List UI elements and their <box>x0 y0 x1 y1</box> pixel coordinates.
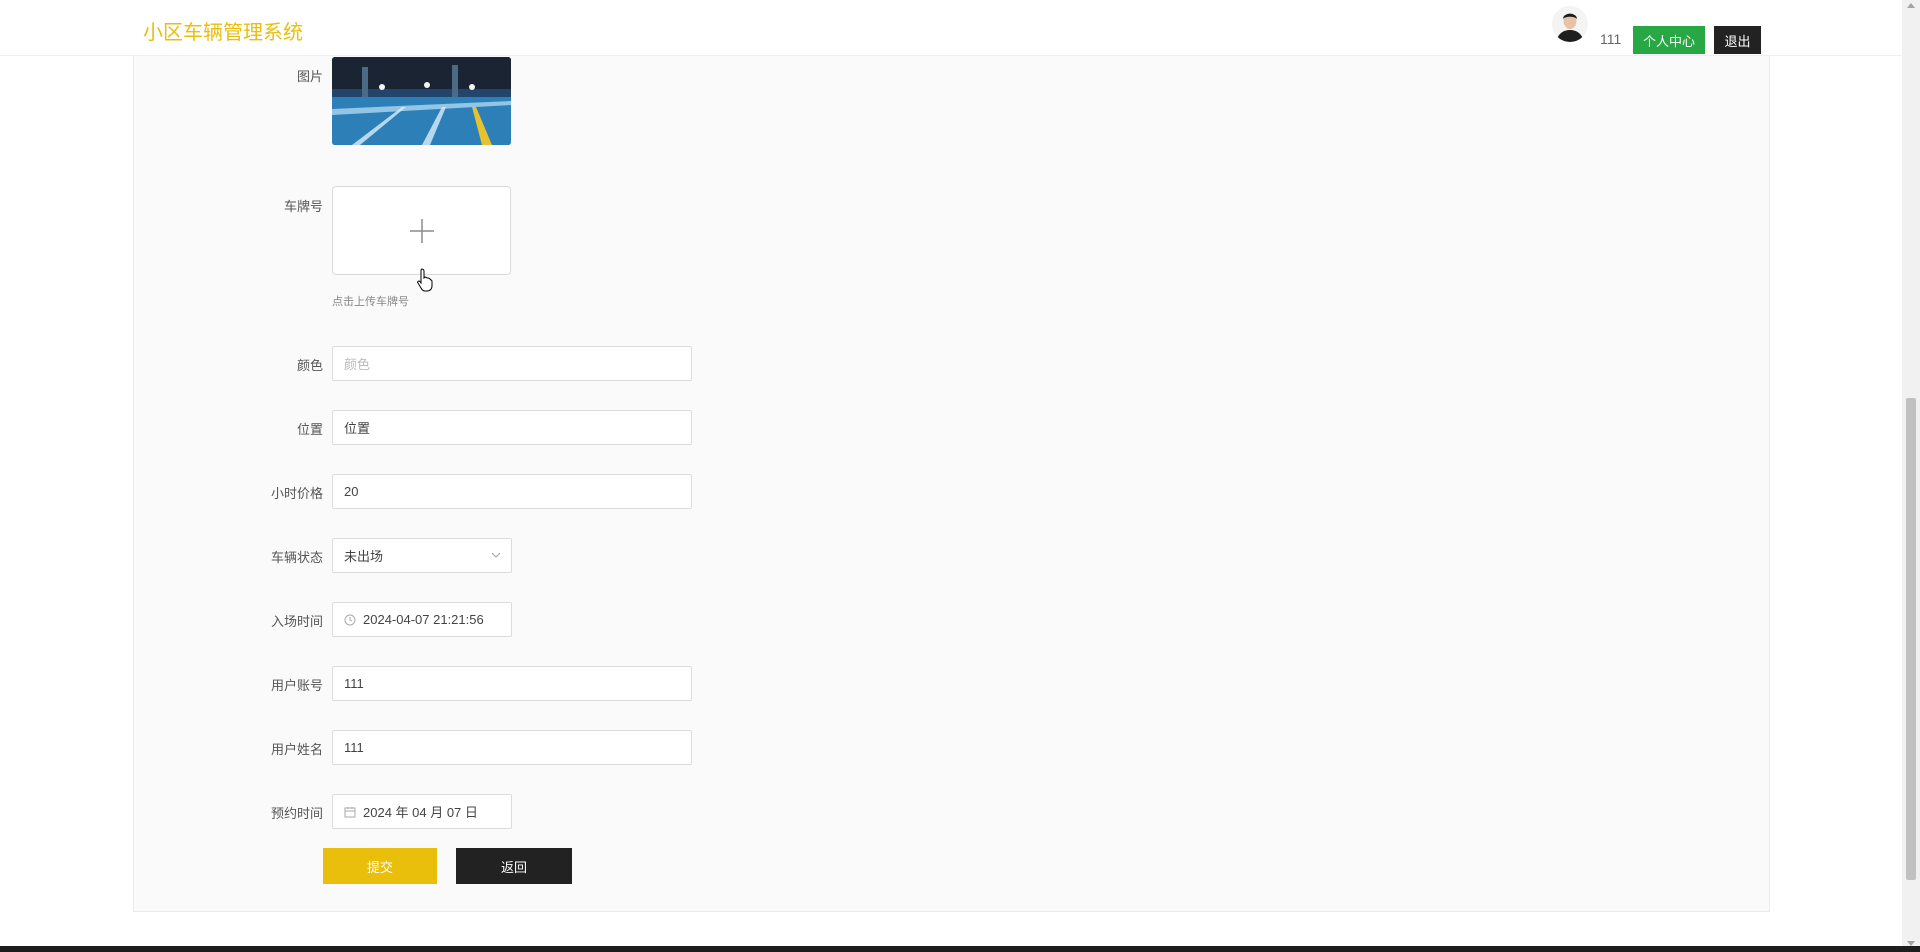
color-label: 颜色 <box>296 358 323 373</box>
position-label: 位置 <box>296 422 323 437</box>
account-label: 用户账号 <box>270 678 323 693</box>
name-label: 用户姓名 <box>270 742 323 757</box>
price-label: 小时价格 <box>270 486 323 501</box>
scroll-thumb[interactable] <box>1906 398 1916 880</box>
plate-upload-tip: 点击上传车牌号 <box>332 296 409 308</box>
entry-time-label: 入场时间 <box>270 614 323 629</box>
calendar-icon <box>344 806 356 817</box>
plus-icon <box>409 218 434 243</box>
hourly-price-input[interactable]: 20 <box>332 474 692 509</box>
user-account-input[interactable]: 111 <box>332 666 692 701</box>
back-button[interactable]: 返回 <box>456 848 572 884</box>
profile-center-button[interactable]: 个人中心 <box>1633 26 1705 54</box>
vertical-scrollbar[interactable] <box>1902 0 1920 952</box>
user-avatar[interactable] <box>1552 6 1588 42</box>
logout-button[interactable]: 退出 <box>1714 26 1761 54</box>
entry-time-value: 2024-04-07 21:21:56 <box>363 612 484 627</box>
entry-time-picker[interactable]: 2024-04-07 21:21:56 <box>332 602 512 637</box>
vehicle-status-select[interactable]: 未出场 <box>332 538 512 573</box>
plate-upload-box[interactable] <box>332 186 511 275</box>
user-name-input[interactable]: 111 <box>332 730 692 765</box>
header-username: 111 <box>1600 31 1622 47</box>
top-header: 小区车辆管理系统 111 个人中心 退出 <box>0 0 1902 56</box>
chevron-down-icon <box>491 552 501 558</box>
color-input[interactable]: 颜色 <box>332 346 692 381</box>
booking-label: 预约时间 <box>270 806 323 821</box>
submit-button[interactable]: 提交 <box>323 848 437 884</box>
plate-label: 车牌号 <box>283 199 323 214</box>
site-logo[interactable]: 小区车辆管理系统 <box>143 16 303 45</box>
bottom-bar <box>0 946 1920 952</box>
booking-date-picker[interactable]: 2024 年 04 月 07 日 <box>332 794 512 829</box>
clock-icon <box>344 614 356 625</box>
position-input[interactable]: 位置 <box>332 410 692 445</box>
vehicle-image[interactable] <box>332 57 511 145</box>
status-label: 车辆状态 <box>270 550 323 565</box>
status-selected-value: 未出场 <box>344 549 384 564</box>
scroll-up-arrow-icon[interactable] <box>1907 3 1915 8</box>
booking-date-value: 2024 年 04 月 07 日 <box>363 805 478 820</box>
image-label: 图片 <box>296 69 323 84</box>
hand-pointer-icon <box>417 268 433 292</box>
